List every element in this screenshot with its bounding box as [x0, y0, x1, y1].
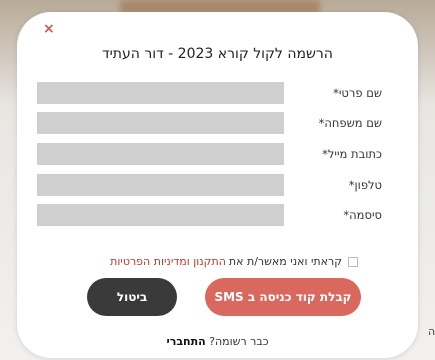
password-label: סיסמה*: [343, 208, 382, 222]
first-name-field[interactable]: [37, 82, 284, 104]
email-label: כתובת מייל*: [322, 147, 382, 161]
first-name-label: שם פרטי*: [333, 86, 382, 100]
last-name-row: שם משפחה*: [37, 112, 382, 134]
terms-consent: קראתי ואני מאשר/ת את התקנון ומדיניות הפר…: [110, 255, 358, 268]
password-row: סיסמה*: [37, 204, 382, 226]
email-field[interactable]: [37, 143, 284, 165]
cancel-button[interactable]: ביטול: [87, 278, 177, 316]
first-name-row: שם פרטי*: [37, 82, 382, 104]
terms-text: קראתי ואני מאשר/ת את: [228, 255, 342, 268]
terms-checkbox[interactable]: [348, 256, 358, 267]
background-text-fragment: ה: [428, 325, 435, 338]
last-name-label: שם משפחה*: [318, 116, 382, 130]
password-field[interactable]: [37, 204, 284, 226]
login-prompt: כבר רשומה? התחברי: [17, 335, 418, 348]
terms-link[interactable]: התקנון ומדיניות הפרטיות: [110, 255, 226, 268]
last-name-field[interactable]: [37, 112, 284, 134]
modal-title: הרשמה לקול קורא 2023 - דור העתיד: [102, 46, 333, 62]
registration-modal: × הרשמה לקול קורא 2023 - דור העתיד שם פר…: [17, 12, 418, 358]
phone-row: טלפון*: [37, 174, 382, 196]
login-question: כבר רשומה?: [209, 335, 269, 348]
phone-field[interactable]: [37, 174, 284, 196]
close-icon[interactable]: ×: [43, 22, 55, 36]
sms-code-button[interactable]: קבלת קוד כניסה ב SMS: [205, 278, 361, 316]
email-row: כתובת מייל*: [37, 143, 382, 165]
phone-label: טלפון*: [348, 178, 382, 192]
login-link[interactable]: התחברי: [166, 335, 205, 348]
